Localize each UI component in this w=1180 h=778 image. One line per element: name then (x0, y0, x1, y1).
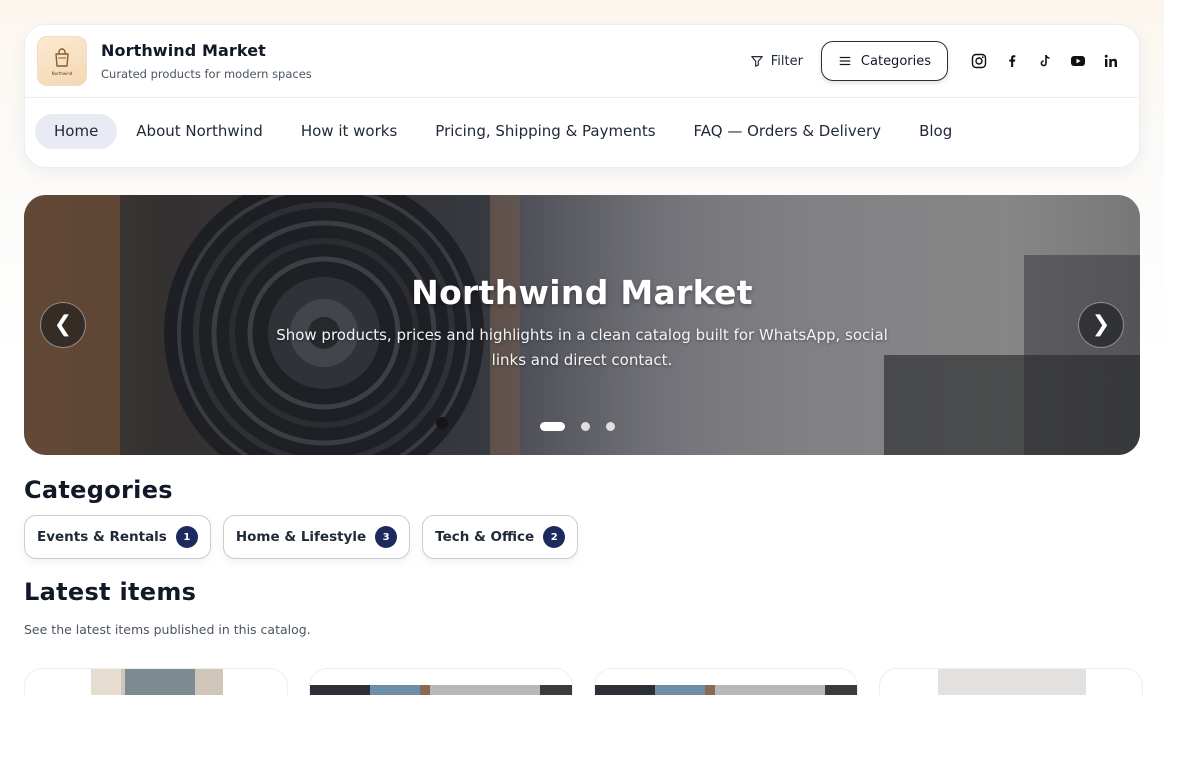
hero-prev-button[interactable]: ❮ (40, 302, 86, 348)
brand[interactable]: Northwind Northwind Market Curated produ… (37, 36, 312, 86)
slider-dot-1[interactable] (540, 422, 565, 431)
instagram-icon (971, 53, 986, 69)
site-header: Northwind Northwind Market Curated produ… (24, 24, 1140, 168)
latest-items-subtitle: See the latest items published in this c… (24, 622, 311, 637)
brand-logo[interactable]: Northwind (37, 36, 87, 86)
brand-tagline: Curated products for modern spaces (101, 67, 312, 81)
category-chip-events[interactable]: Events & Rentals 1 (24, 515, 211, 559)
category-count-badge: 1 (175, 526, 198, 548)
header-actions: Filter Categories (742, 41, 1127, 81)
categories-button[interactable]: Categories (820, 41, 948, 81)
category-label: Events & Rentals (37, 529, 167, 545)
categories-button-label: Categories (860, 53, 931, 69)
category-chip-home[interactable]: Home & Lifestyle 3 (222, 515, 411, 559)
nav-item-about[interactable]: About Northwind (117, 114, 282, 149)
brand-text: Northwind Market Curated products for mo… (101, 41, 312, 81)
categories-heading: Categories (24, 476, 173, 504)
header-divider (25, 97, 1139, 98)
chevron-right-icon: ❯ (1091, 312, 1111, 337)
filter-button[interactable]: Filter (742, 46, 811, 77)
category-count-badge: 2 (543, 526, 566, 548)
tiktok-link[interactable] (1028, 45, 1061, 78)
nav-item-faq[interactable]: FAQ — Orders & Delivery (675, 114, 901, 149)
facebook-link[interactable] (995, 45, 1028, 78)
brand-name: Northwind Market (101, 41, 266, 60)
shopping-bag-icon (55, 48, 69, 67)
category-label: Tech & Office (435, 529, 535, 545)
category-count-badge: 3 (375, 526, 398, 548)
filter-label: Filter (770, 53, 803, 69)
youtube-link[interactable] (1061, 45, 1094, 78)
nav-item-pricing[interactable]: Pricing, Shipping & Payments (416, 114, 674, 149)
hero-slider: Northwind Market Show products, prices a… (24, 195, 1140, 455)
main-nav: Home About Northwind How it works Pricin… (35, 114, 971, 149)
hero-next-button[interactable]: ❯ (1078, 302, 1124, 348)
social-links (962, 45, 1127, 78)
latest-items-heading: Latest items (24, 578, 197, 606)
category-label: Home & Lifestyle (235, 529, 367, 545)
category-chip-tech[interactable]: Tech & Office 2 (422, 515, 579, 559)
youtube-icon (1070, 56, 1085, 66)
chevron-left-icon: ❮ (53, 312, 73, 337)
content-fold (0, 695, 1180, 778)
hero-description: Show products, prices and highlights in … (276, 326, 888, 369)
slider-dots (540, 422, 615, 431)
category-chips: Events & Rentals 1 Home & Lifestyle 3 Te… (24, 515, 579, 559)
nav-item-how-it-works[interactable]: How it works (282, 114, 416, 149)
tiktok-icon (1040, 54, 1050, 67)
logo-text: Northwind (51, 71, 73, 76)
menu-icon (839, 56, 851, 66)
nav-item-blog[interactable]: Blog (900, 114, 971, 149)
filter-icon (750, 56, 763, 67)
nav-item-home[interactable]: Home (35, 114, 118, 149)
linkedin-icon (1104, 54, 1117, 67)
hero-title: Northwind Market (411, 273, 753, 312)
slider-dot-2[interactable] (581, 422, 590, 431)
scrollbar-track[interactable] (1164, 0, 1180, 778)
linkedin-link[interactable] (1094, 45, 1127, 78)
slider-dot-3[interactable] (606, 422, 615, 431)
facebook-icon (1008, 55, 1015, 67)
instagram-link[interactable] (962, 45, 995, 78)
